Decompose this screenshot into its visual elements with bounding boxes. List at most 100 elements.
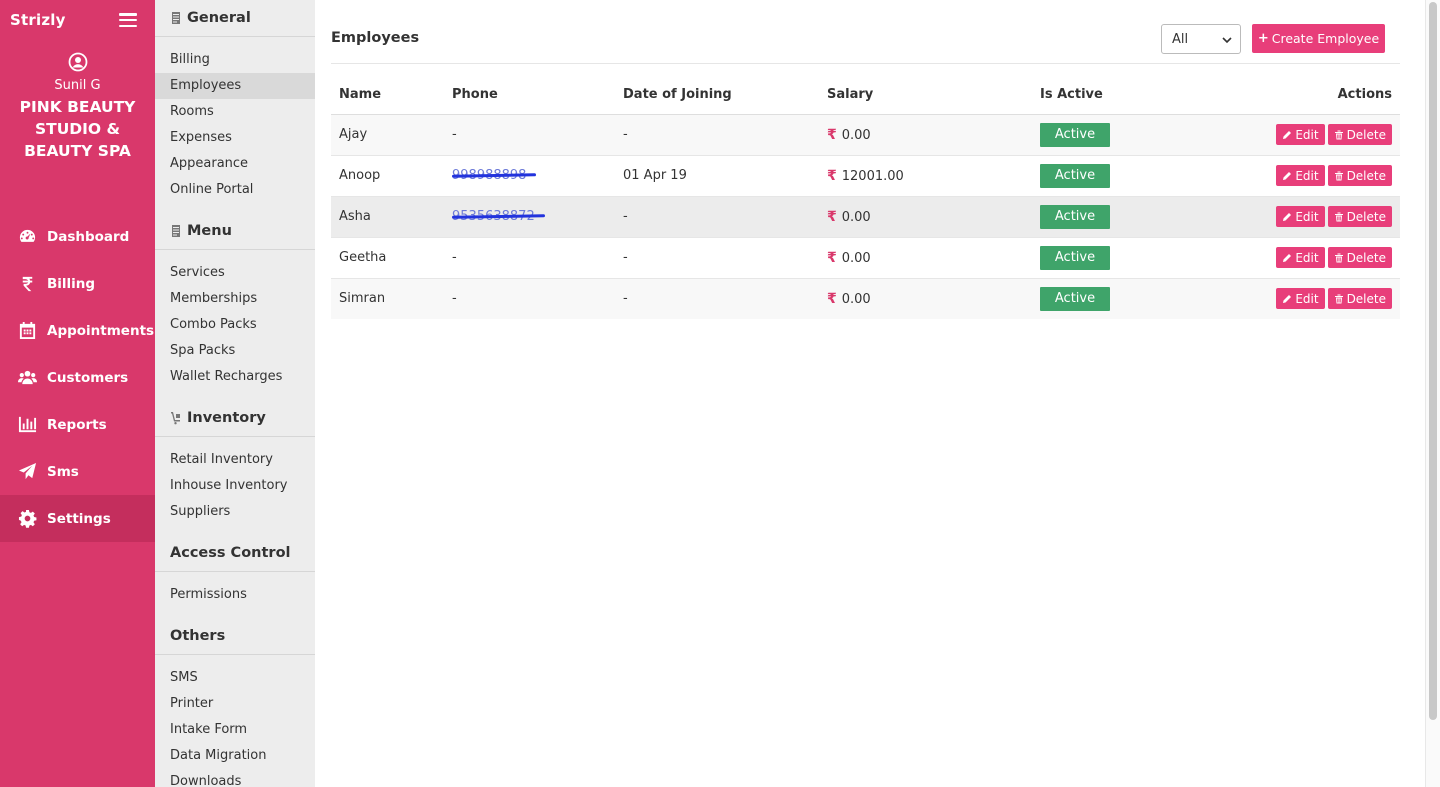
subnav-item-rooms[interactable]: Rooms <box>155 99 315 125</box>
subnav-item-data-migration[interactable]: Data Migration <box>155 743 315 769</box>
employee-phone: 998988898 <box>452 168 527 183</box>
subnav-item-combo-packs[interactable]: Combo Packs <box>155 312 315 338</box>
employee-name: Geetha <box>331 236 444 278</box>
table-row: Simran - - ₹0.00 Active Edit Delete <box>331 277 1400 319</box>
nav-item-customers[interactable]: Customers <box>0 354 155 401</box>
employee-doj: - <box>615 277 819 319</box>
row-actions: Edit Delete <box>1162 154 1400 196</box>
nav-item-dashboard[interactable]: Dashboard <box>0 213 155 260</box>
nav-label: Reports <box>47 416 107 433</box>
settings-subnav: General Billing Employees Rooms Expenses… <box>155 0 315 787</box>
section-items-access-control: Permissions <box>155 572 315 618</box>
main-sidebar: Strizly Sunil G PINK BEAUTY STUDIO & BEA… <box>0 0 155 787</box>
trash-icon <box>1334 294 1343 304</box>
nav-item-appointments[interactable]: Appointments <box>0 307 155 354</box>
subnav-item-intake-form[interactable]: Intake Form <box>155 717 315 743</box>
org-name: PINK BEAUTY STUDIO & BEAUTY SPA <box>19 98 136 160</box>
subnav-item-wallet-recharges[interactable]: Wallet Recharges <box>155 364 315 390</box>
subnav-item-online-portal[interactable]: Online Portal <box>155 177 315 203</box>
table-row: Anoop 998988898 01 Apr 19 ₹12001.00 Acti… <box>331 154 1400 196</box>
employee-phone: - <box>444 277 615 319</box>
scrollbar-thumb[interactable] <box>1429 2 1437 720</box>
nav-item-reports[interactable]: Reports <box>0 401 155 448</box>
user-circle-icon[interactable] <box>68 52 88 72</box>
subnav-item-memberships[interactable]: Memberships <box>155 286 315 312</box>
subnav-item-printer[interactable]: Printer <box>155 691 315 717</box>
subnav-item-permissions[interactable]: Permissions <box>155 582 315 608</box>
subnav-item-suppliers[interactable]: Suppliers <box>155 499 315 525</box>
column-header-date-of-joining[interactable]: Date of Joining <box>615 76 819 115</box>
employee-doj: - <box>615 195 819 237</box>
plus-icon: + <box>1257 31 1269 46</box>
column-header-name[interactable]: Name <box>331 76 444 115</box>
hamburger-menu-icon[interactable] <box>119 13 137 27</box>
clipboard-icon <box>170 11 182 25</box>
subnav-item-expenses[interactable]: Expenses <box>155 125 315 151</box>
employee-name: Anoop <box>331 154 444 196</box>
employee-phone: 9535638872 <box>452 209 535 224</box>
nav-label: Dashboard <box>47 228 130 245</box>
edit-button[interactable]: Edit <box>1276 206 1325 227</box>
delete-button[interactable]: Delete <box>1327 124 1392 145</box>
dolly-icon <box>170 411 182 425</box>
paper-plane-icon <box>17 462 37 482</box>
edit-button[interactable]: Edit <box>1276 165 1325 186</box>
table-row: Asha 9535638872 - ₹0.00 Active Edit Delet… <box>331 195 1400 237</box>
profile: Sunil G PINK BEAUTY STUDIO & BEAUTY SPA <box>0 40 155 162</box>
delete-button[interactable]: Delete <box>1327 206 1392 227</box>
row-actions: Edit Delete <box>1162 113 1400 155</box>
employee-doj: - <box>615 236 819 278</box>
column-header-phone[interactable]: Phone <box>444 76 615 115</box>
edit-button[interactable]: Edit <box>1276 288 1325 310</box>
subnav-item-services[interactable]: Services <box>155 260 315 286</box>
pencil-icon <box>1283 212 1292 221</box>
employee-status-cell: Active <box>1032 277 1162 319</box>
status-filter-select[interactable]: All <box>1161 24 1241 54</box>
subnav-item-retail-inventory[interactable]: Retail Inventory <box>155 447 315 473</box>
nav-item-settings[interactable]: Settings <box>0 495 155 542</box>
page-title: Employees <box>331 30 420 46</box>
employee-name: Asha <box>331 195 444 237</box>
nav-item-sms[interactable]: Sms <box>0 448 155 495</box>
employee-phone-cell: 9535638872 <box>444 195 615 237</box>
subnav-item-appearance[interactable]: Appearance <box>155 151 315 177</box>
subnav-item-inhouse-inventory[interactable]: Inhouse Inventory <box>155 473 315 499</box>
delete-button[interactable]: Delete <box>1327 247 1392 268</box>
delete-button[interactable]: Delete <box>1327 165 1392 186</box>
rupee-icon: ₹ <box>827 249 837 266</box>
employee-salary-cell: ₹0.00 <box>819 195 1032 237</box>
chevron-down-icon <box>1222 34 1232 44</box>
column-header-is-active[interactable]: Is Active <box>1032 76 1162 115</box>
employee-phone: - <box>444 236 615 278</box>
page-scrollbar[interactable] <box>1425 0 1440 787</box>
users-icon <box>17 368 37 388</box>
column-header-salary[interactable]: Salary <box>819 76 1032 115</box>
section-items-menu: Services Memberships Combo Packs Spa Pac… <box>155 250 315 400</box>
nav-item-billing[interactable]: Billing <box>0 260 155 307</box>
edit-button[interactable]: Edit <box>1276 247 1325 268</box>
employee-name: Ajay <box>331 113 444 155</box>
subnav-item-billing[interactable]: Billing <box>155 47 315 73</box>
employee-salary: 0.00 <box>841 291 871 307</box>
subnav-item-employees[interactable]: Employees <box>155 73 315 99</box>
table-header-row: Name Phone Date of Joining Salary Is Act… <box>331 76 1400 115</box>
username: Sunil G <box>54 78 101 93</box>
brand-logo[interactable]: Strizly <box>10 11 66 29</box>
employee-salary-cell: ₹0.00 <box>819 277 1032 319</box>
clipboard-icon <box>170 224 182 238</box>
delete-button[interactable]: Delete <box>1327 288 1392 310</box>
subnav-item-downloads[interactable]: Downloads <box>155 769 315 787</box>
rupee-icon <box>17 274 37 294</box>
status-badge: Active <box>1040 245 1110 270</box>
dashboard-icon <box>17 227 37 247</box>
employee-doj: 01 Apr 19 <box>615 154 819 196</box>
create-employee-button[interactable]: + Create Employee <box>1252 24 1385 53</box>
section-title-menu: Menu <box>155 213 315 250</box>
employee-salary: 0.00 <box>841 127 871 143</box>
employee-salary-cell: ₹0.00 <box>819 236 1032 278</box>
edit-button[interactable]: Edit <box>1276 124 1325 145</box>
subnav-item-spa-packs[interactable]: Spa Packs <box>155 338 315 364</box>
rupee-icon: ₹ <box>827 208 837 225</box>
subnav-item-sms[interactable]: SMS <box>155 665 315 691</box>
section-items-general: Billing Employees Rooms Expenses Appeara… <box>155 37 315 213</box>
